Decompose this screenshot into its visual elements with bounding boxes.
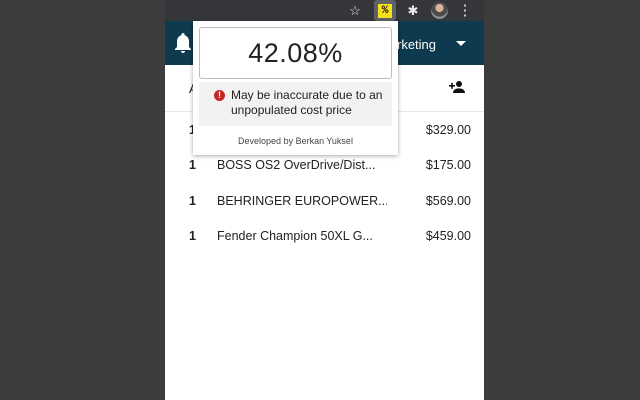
item-price: $569.00 <box>425 194 471 208</box>
warning-text: May be inaccurate due to an unpopulated … <box>231 88 383 117</box>
item-name: Fender Champion 50XL G... <box>217 229 373 243</box>
alert-icon: ! <box>214 90 225 101</box>
item-quantity: 1 <box>189 194 196 208</box>
chevron-down-icon[interactable] <box>456 41 466 46</box>
add-customer-icon[interactable] <box>449 80 465 94</box>
percent-extension-icon[interactable]: % <box>374 0 396 21</box>
list-item[interactable]: 1 BEHRINGER EUROPOWER... $569.00 <box>165 194 484 214</box>
browser-toolbar: ☆ % ✱ ⋮ <box>165 0 484 21</box>
list-item[interactable]: 1 Fender Champion 50XL G... $459.00 <box>165 229 484 249</box>
item-quantity: 1 <box>189 229 196 243</box>
list-item[interactable]: 1 BOSS OS2 OverDrive/Dist... $175.00 <box>165 158 484 178</box>
margin-percentage: 42.08% <box>199 27 392 79</box>
item-price: $329.00 <box>425 123 471 137</box>
item-price: $175.00 <box>425 158 471 172</box>
puzzle-extensions-icon[interactable]: ✱ <box>406 1 420 20</box>
kebab-menu-icon[interactable]: ⋮ <box>458 1 473 20</box>
bell-icon[interactable] <box>173 32 193 54</box>
margin-extension-popup: 42.08% ! May be inaccurate due to an unp… <box>193 21 398 155</box>
profile-avatar[interactable] <box>431 2 448 19</box>
star-icon[interactable]: ☆ <box>348 1 362 20</box>
item-quantity: 1 <box>189 158 196 172</box>
item-name: BEHRINGER EUROPOWER... <box>217 194 387 208</box>
percent-badge: % <box>378 3 392 18</box>
item-price: $459.00 <box>425 229 471 243</box>
store-selector-label[interactable]: rketing <box>397 37 436 52</box>
accuracy-warning: ! May be inaccurate due to an unpopulate… <box>199 82 392 126</box>
item-name: BOSS OS2 OverDrive/Dist... <box>217 158 376 172</box>
developer-credit: Developed by Berkan Yuksel <box>238 136 353 146</box>
